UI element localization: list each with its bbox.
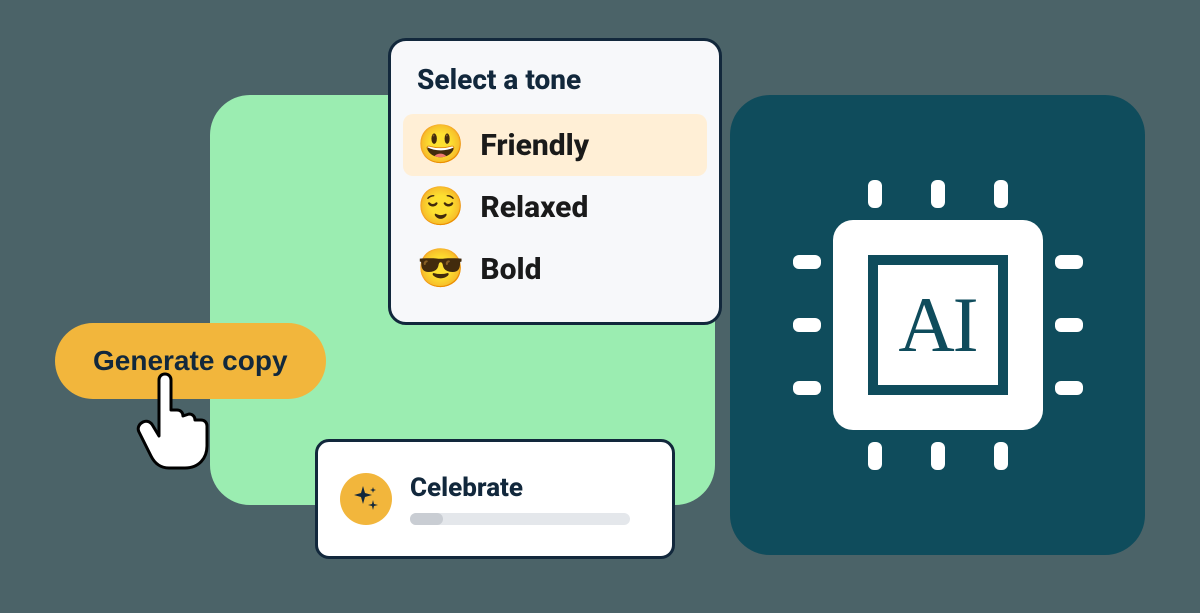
- tone-selector-popover: Select a tone 😃 Friendly 😌 Relaxed 😎 Bol…: [388, 38, 722, 325]
- tone-selector-title: Select a tone: [417, 63, 707, 96]
- celebrate-card[interactable]: Celebrate: [315, 439, 675, 559]
- tone-option-relaxed[interactable]: 😌 Relaxed: [403, 176, 707, 238]
- ai-chip-label: AI: [898, 280, 976, 370]
- sunglasses-emoji-icon: 😎: [417, 250, 464, 288]
- celebrate-label: Celebrate: [410, 473, 650, 503]
- smile-emoji-icon: 😃: [417, 126, 464, 164]
- tone-option-label: Friendly: [480, 128, 589, 163]
- tone-option-bold[interactable]: 😎 Bold: [403, 238, 707, 300]
- tone-option-label: Bold: [480, 252, 541, 287]
- sparkle-icon: [340, 473, 392, 525]
- ai-chip-icon: AI: [833, 220, 1043, 430]
- ai-chip-card: AI: [730, 95, 1145, 555]
- cursor-pointer-icon: [133, 372, 213, 472]
- tone-option-label: Relaxed: [480, 190, 588, 225]
- celebrate-progress-bar: [410, 513, 630, 525]
- relieved-emoji-icon: 😌: [417, 188, 464, 226]
- tone-option-friendly[interactable]: 😃 Friendly: [403, 114, 707, 176]
